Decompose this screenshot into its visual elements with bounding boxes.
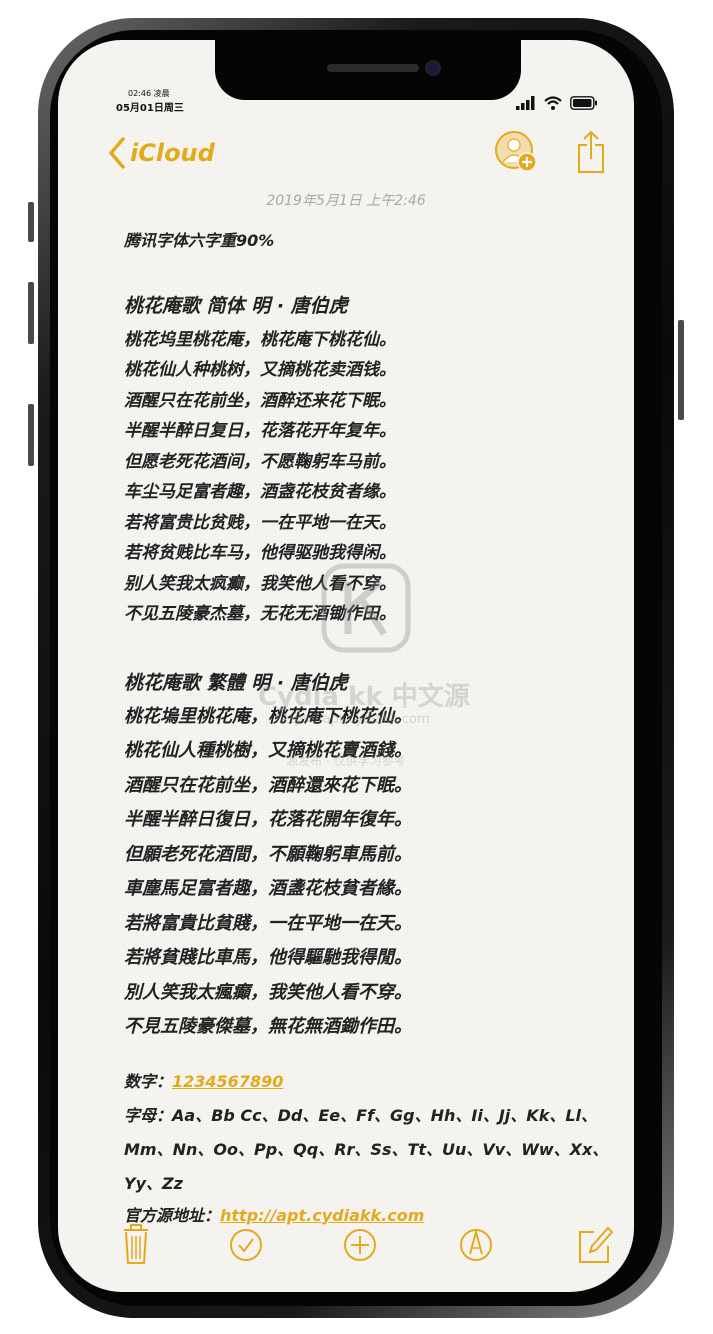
battery-icon	[570, 96, 597, 110]
status-icons	[516, 95, 598, 111]
bottom-toolbar	[58, 1220, 634, 1268]
add-icon	[344, 1229, 376, 1261]
add-person-icon	[495, 131, 537, 172]
checklist-icon	[230, 1229, 262, 1261]
poem-line: 不见五陵豪杰墓，无花无酒锄作田。	[124, 604, 396, 624]
poem-line: 半醒半醉日復日，花落花開年復年。	[124, 809, 412, 830]
letters-line-1: Aa、Bb Cc、Dd、Ee、Ff、Gg、Hh、Ii、Jj、Kk、Ll、	[172, 1105, 598, 1125]
markup-icon	[460, 1228, 492, 1261]
digits-link[interactable]: 1234567890	[172, 1072, 283, 1091]
signal-icon	[516, 96, 535, 110]
poem-heading-traditional: 桃花庵歌 繁體 明 · 唐伯虎	[124, 671, 348, 694]
navigation-bar: iCloud	[58, 130, 634, 180]
letters-line-3: Yy、Zz	[124, 1173, 183, 1193]
digits-label: 数字：	[124, 1071, 173, 1091]
poem-line: 桃花仙人种桃树，又摘桃花卖酒钱。	[124, 360, 396, 380]
compose-icon	[579, 1226, 614, 1263]
front-camera	[425, 60, 441, 76]
letters-row: 字母：Aa、Bb Cc、Dd、Ee、Ff、Gg、Hh、Ii、Jj、Kk、Ll、	[124, 1099, 604, 1133]
poem-line: 但愿老死花酒间，不愿鞠躬车马前。	[124, 451, 396, 472]
poem-line: 若将贫贱比车马，他得驱驰我得闲。	[124, 543, 396, 563]
digits-row: 数字：1234567890	[124, 1065, 604, 1099]
poem-traditional: 桃花塢里桃花庵，桃花庵下桃花仙。 桃花仙人種桃樹，又摘桃花賣酒錢。 酒醒只在花前…	[124, 700, 604, 1045]
notch	[215, 40, 521, 100]
speaker	[327, 64, 419, 72]
poem-line: 別人笑我太瘋癲，我笑他人看不穿。	[124, 981, 412, 1003]
checklist-button[interactable]	[226, 1220, 266, 1266]
letters-label: 字母：	[124, 1105, 173, 1125]
add-person-button[interactable]	[494, 130, 538, 174]
note-body[interactable]: 腾讯字体六字重90% 桃花庵歌 简体 明 · 唐伯虎 桃花坞里桃花庵，桃花庵下桃…	[124, 226, 609, 1231]
volume-up-button	[28, 282, 34, 344]
mute-switch	[28, 202, 34, 242]
poem-line: 不見五陵豪傑墓，無花無酒鋤作田。	[124, 1016, 412, 1037]
poem-line: 若將貧賤比車馬，他得驅馳我得閒。	[124, 947, 412, 968]
poem-line: 别人笑我太疯癫，我笑他人看不穿。	[124, 573, 396, 594]
back-button[interactable]: iCloud	[108, 136, 215, 170]
trash-icon	[124, 1224, 148, 1264]
wifi-icon	[544, 96, 562, 110]
poem-line: 若将富贵比贫贱，一在平地一在天。	[124, 512, 396, 533]
share-icon	[578, 130, 604, 173]
status-date: 05月01日周三	[116, 103, 184, 114]
poem-simplified: 桃花坞里桃花庵，桃花庵下桃花仙。 桃花仙人种桃树，又摘桃花卖酒钱。 酒醒只在花前…	[124, 325, 604, 630]
status-time: 02:46 凌晨	[128, 89, 170, 98]
poem-line: 車塵馬足富者趣，酒盞花枝貧者緣。	[124, 878, 412, 899]
delete-button[interactable]	[116, 1220, 156, 1266]
poem-line: 半醒半醉日复日，花落花开年复年。	[124, 421, 396, 441]
poem-line: 桃花仙人種桃樹，又摘桃花賣酒錢。	[124, 740, 412, 761]
chevron-left-icon	[109, 137, 125, 169]
screen: 02:46 凌晨 05月01日周三 iCloud 2019年5月1日 上午2:4…	[58, 40, 634, 1292]
add-button[interactable]	[340, 1220, 380, 1266]
markup-button[interactable]	[456, 1220, 496, 1266]
poem-line: 酒醒只在花前坐，酒醉还来花下眠。	[124, 390, 396, 411]
compose-button[interactable]	[574, 1220, 614, 1266]
poem-line: 桃花坞里桃花庵，桃花庵下桃花仙。	[124, 329, 396, 350]
note-title: 腾讯字体六字重90%	[124, 231, 275, 250]
poem-line: 若將富貴比貧賤，一在平地一在天。	[124, 912, 412, 934]
poem-heading-simplified: 桃花庵歌 简体 明 · 唐伯虎	[124, 294, 348, 317]
poem-line: 但願老死花酒間，不願鞠躬車馬前。	[124, 843, 412, 865]
poem-line: 酒醒只在花前坐，酒醉還來花下眠。	[124, 774, 412, 796]
letters-line-2: Mm、Nn、Oo、Pp、Qq、Rr、Ss、Tt、Uu、Vv、Ww、Xx、	[124, 1139, 609, 1159]
note-date: 2019年5月1日 上午2:46	[266, 193, 426, 209]
back-label: iCloud	[130, 139, 215, 167]
share-button[interactable]	[576, 130, 606, 174]
poem-line: 桃花塢里桃花庵，桃花庵下桃花仙。	[124, 705, 412, 727]
poem-line: 车尘马足富者趣，酒盏花枝贫者缘。	[124, 482, 396, 502]
power-button	[678, 320, 684, 420]
volume-down-button	[28, 404, 34, 466]
